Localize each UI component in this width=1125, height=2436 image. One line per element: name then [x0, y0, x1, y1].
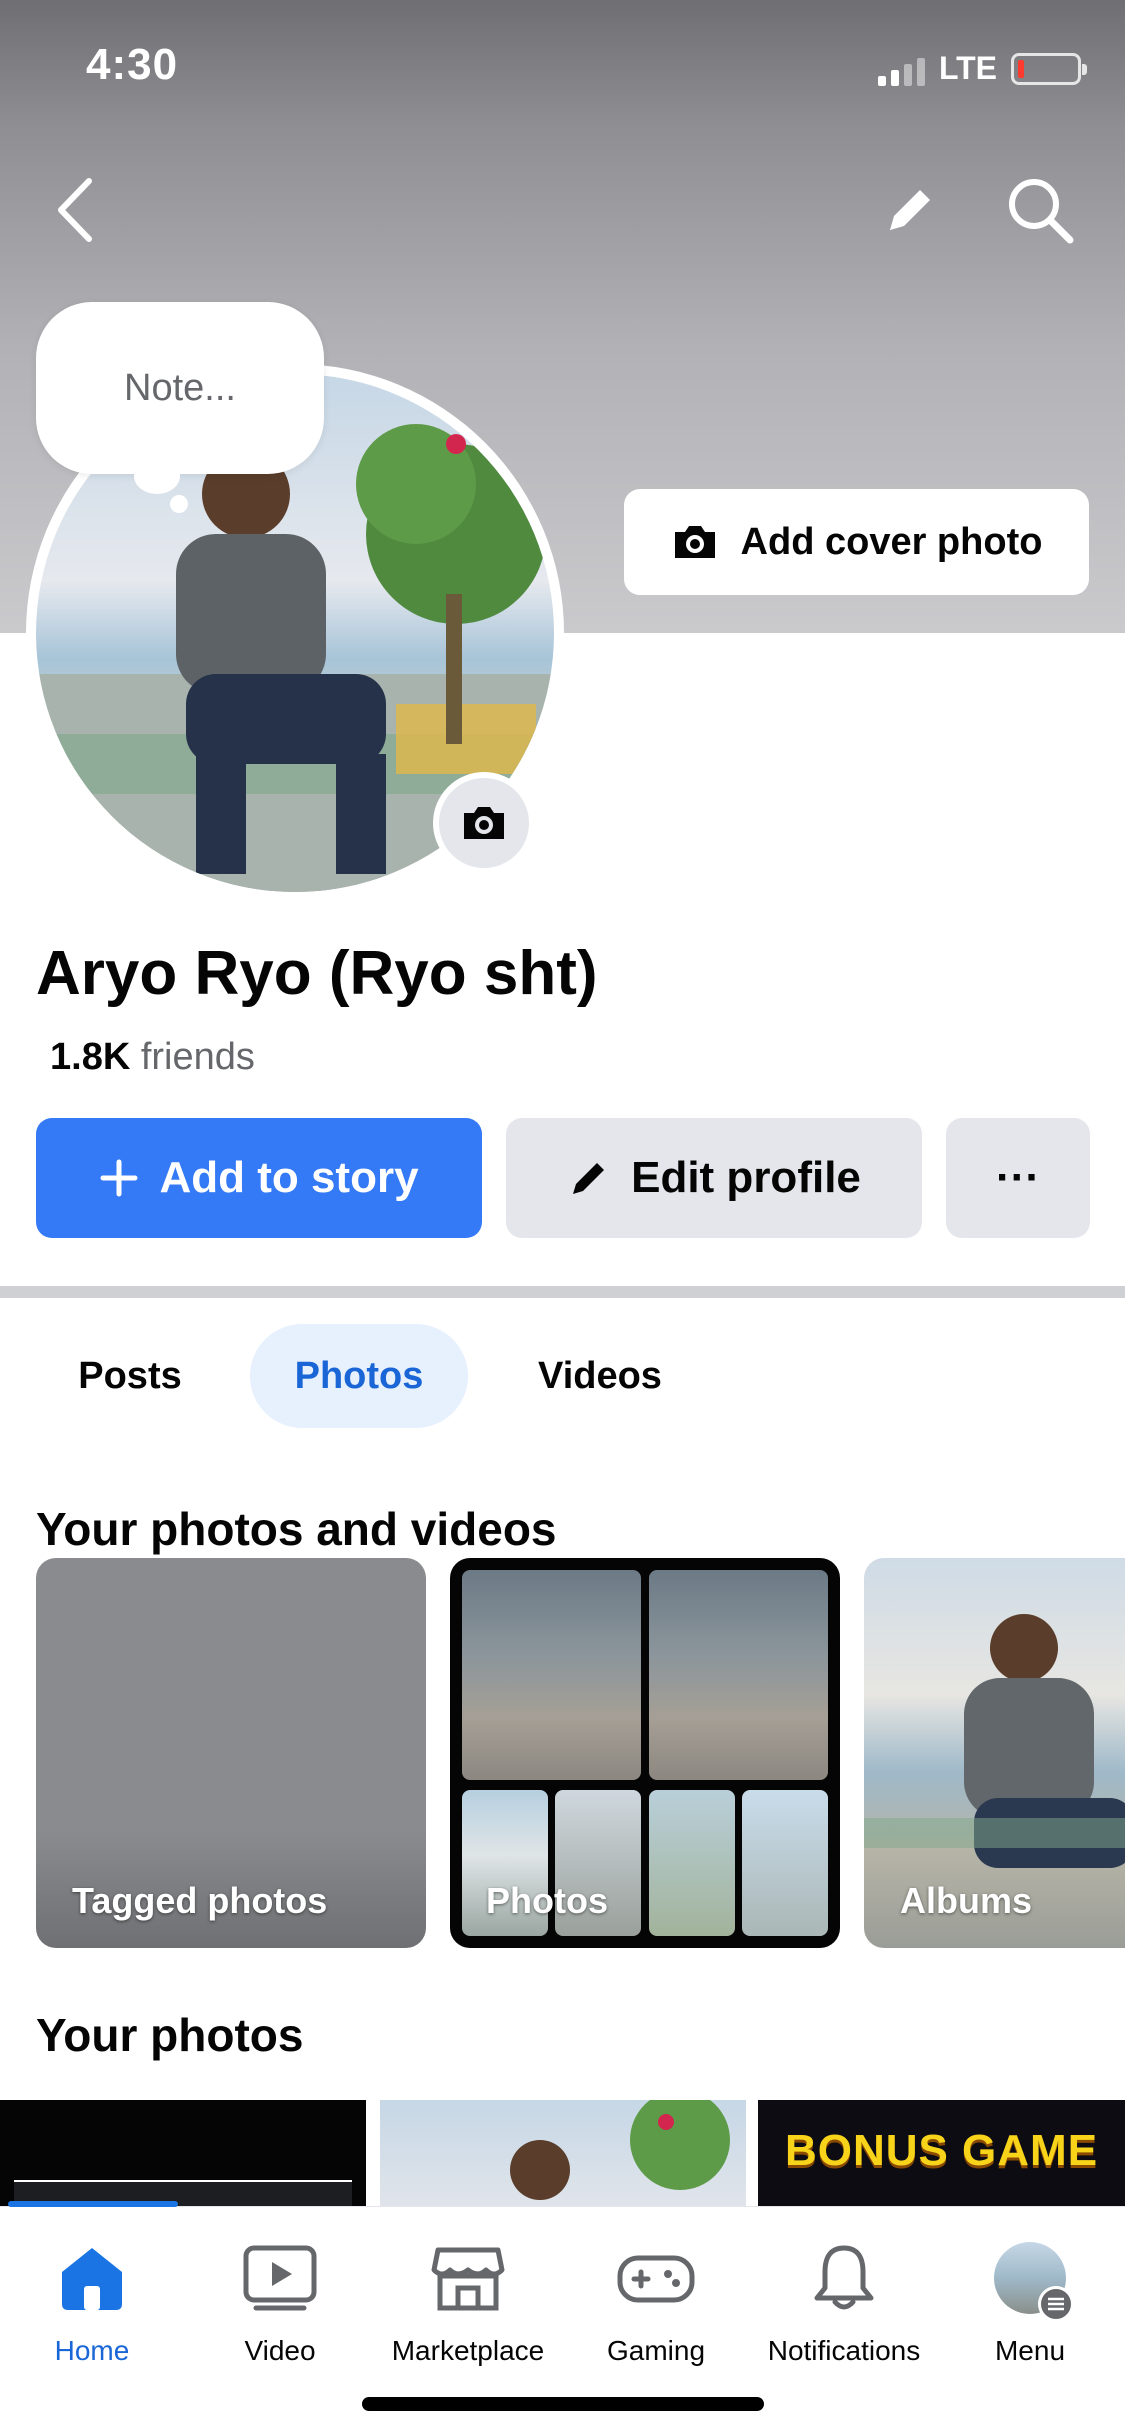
your-photos-heading: Your photos	[36, 2009, 304, 2061]
menu-avatar	[987, 2235, 1074, 2322]
nav-notifications-label: Notifications	[767, 2335, 921, 2366]
nav-gaming-label: Gaming	[606, 2335, 706, 2366]
marketplace-icon	[425, 2235, 511, 2321]
status-time: 4:30	[86, 40, 179, 89]
collage-image	[742, 1790, 828, 1936]
tagged-photos-tile[interactable]: Tagged photos	[36, 1558, 426, 1948]
change-profile-photo-button[interactable]	[433, 772, 535, 874]
add-cover-photo-button[interactable]: Add cover photo	[624, 489, 1089, 595]
bell-icon	[801, 2235, 887, 2321]
battery-icon	[1011, 52, 1087, 85]
note-placeholder: Note...	[124, 366, 236, 409]
more-options-button[interactable]: ···	[946, 1118, 1090, 1238]
menu-icon	[1038, 2286, 1074, 2322]
pencil-icon	[573, 1163, 605, 1194]
search-icon	[1009, 179, 1074, 244]
albums-label: Albums	[900, 1880, 1033, 1921]
photos-tile[interactable]: Photos	[450, 1558, 840, 1948]
photos-videos-heading: Your photos and videos	[36, 1503, 557, 1555]
note-bubble-tail-small	[170, 495, 188, 513]
tab-photos[interactable]: Photos	[250, 1324, 468, 1428]
search-button[interactable]	[995, 165, 1085, 255]
section-divider	[0, 1286, 1125, 1298]
avatar	[994, 2242, 1074, 2322]
nav-home[interactable]: Home	[0, 2235, 186, 2367]
collage-image	[462, 1570, 641, 1780]
photo-thumbnail[interactable]	[380, 2090, 746, 2210]
tab-videos-label: Videos	[538, 1354, 662, 1397]
tab-posts[interactable]: Posts	[40, 1324, 220, 1428]
tagged-photos-label: Tagged photos	[72, 1880, 328, 1921]
friends-count[interactable]: 1.8K friends	[50, 1036, 255, 1079]
edit-profile-label: Edit profile	[631, 1153, 861, 1202]
tab-videos[interactable]: Videos	[500, 1324, 700, 1428]
network-type: LTE	[938, 50, 997, 86]
collage-image	[649, 1570, 828, 1780]
nav-marketplace-label: Marketplace	[391, 2335, 545, 2366]
nav-video-label: Video	[244, 2335, 316, 2366]
gaming-icon	[613, 2235, 699, 2321]
status-indicators: LTE	[877, 50, 1087, 87]
nav-notifications[interactable]: Notifications	[750, 2235, 938, 2367]
albums-tile[interactable]: Albums	[864, 1558, 1125, 1948]
nav-menu[interactable]: Menu	[936, 2235, 1124, 2367]
add-cover-photo-label: Add cover photo	[740, 520, 1043, 563]
note-bubble[interactable]: Note...	[36, 302, 324, 474]
home-active-indicator	[8, 2201, 178, 2207]
tab-posts-label: Posts	[78, 1354, 182, 1397]
photo-content	[510, 2090, 730, 2200]
nav-marketplace[interactable]: Marketplace	[374, 2235, 562, 2367]
nav-gaming[interactable]: Gaming	[562, 2235, 750, 2367]
profile-name: Aryo Ryo (Ryo sht)	[36, 939, 598, 1008]
back-button[interactable]	[40, 170, 110, 250]
home-indicator[interactable]	[362, 2397, 764, 2411]
collage-image	[649, 1790, 735, 1936]
friends-label: friends	[140, 1036, 255, 1078]
more-icon: ···	[996, 1153, 1040, 1202]
tab-photos-label: Photos	[294, 1354, 424, 1397]
nav-video[interactable]: Video	[186, 2235, 374, 2367]
chevron-left-icon	[58, 178, 92, 242]
photo-thumbnail[interactable]	[0, 2100, 366, 2210]
edit-profile-button[interactable]: Edit profile	[506, 1118, 922, 1238]
pencil-icon	[890, 190, 930, 230]
home-icon	[49, 2235, 135, 2321]
photo-thumbnail[interactable]: BONUS GAME	[758, 2100, 1125, 2210]
friends-number: 1.8K	[50, 1036, 131, 1078]
camera-icon	[464, 807, 504, 839]
nav-home-label: Home	[54, 2335, 130, 2366]
note-bubble-tail	[134, 458, 180, 494]
edit-profile-icon-button[interactable]	[870, 170, 950, 250]
add-to-story-button[interactable]: Add to story	[36, 1118, 482, 1238]
nav-menu-label: Menu	[994, 2335, 1066, 2366]
camera-icon	[674, 526, 715, 558]
plus-icon	[100, 1159, 138, 1197]
add-to-story-label: Add to story	[159, 1153, 419, 1202]
photos-tile-label: Photos	[486, 1880, 608, 1921]
video-icon	[237, 2235, 323, 2321]
bonus-game-text: BONUS GAME	[784, 2126, 1099, 2175]
signal-icon	[877, 52, 925, 86]
